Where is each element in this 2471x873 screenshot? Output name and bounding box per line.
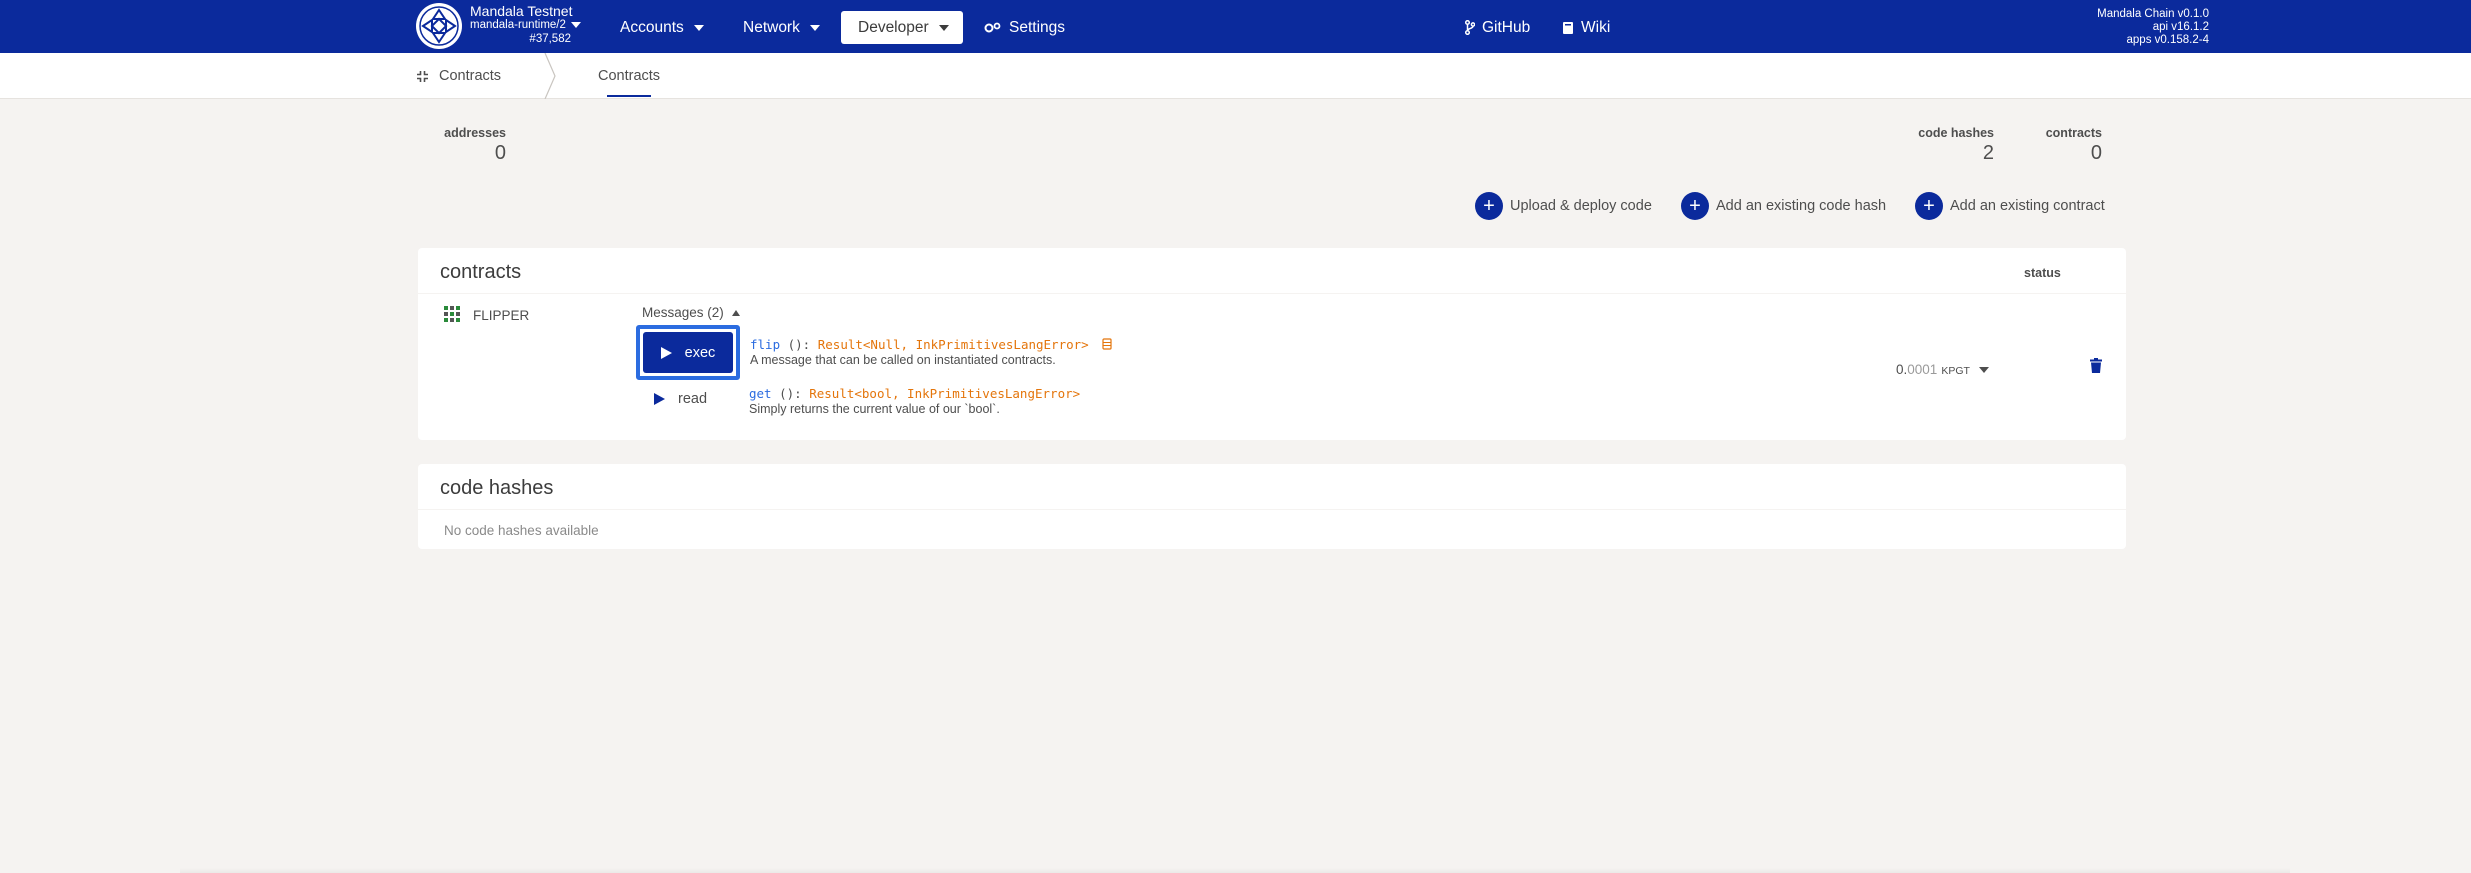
- database-icon: [1102, 338, 1112, 353]
- chain-name: Mandala Testnet: [470, 3, 573, 19]
- breadcrumb-separator: [544, 53, 556, 99]
- add-contract-button[interactable]: + Add an existing contract: [1915, 192, 2105, 220]
- message-doc: A message that can be called on instanti…: [750, 353, 1056, 367]
- message-name: flip: [750, 337, 781, 352]
- trash-icon[interactable]: [2090, 358, 2102, 378]
- play-icon: [654, 393, 665, 405]
- best-block-number: #37,582: [529, 33, 571, 45]
- message-get: get (): Result<bool, InkPrimitivesLangEr…: [749, 386, 1081, 416]
- contracts-table-title: contracts: [440, 261, 522, 283]
- messages-toggle[interactable]: Messages (2): [642, 305, 740, 320]
- footer-shadow: [180, 868, 2290, 873]
- api-version: api v16.1.2: [2152, 21, 2209, 33]
- message-flip: flip (): Result<Null, InkPrimitivesLangE…: [750, 337, 1112, 367]
- summary-code-hashes: code hashes 2: [1900, 126, 1994, 165]
- message-return-type: Result<Null, InkPrimitivesLangError>: [817, 337, 1089, 352]
- section-title: Contracts: [416, 68, 501, 84]
- summary-addresses: addresses 0: [442, 126, 506, 165]
- message-doc: Simply returns the current value of our …: [749, 402, 1000, 416]
- upload-deploy-button[interactable]: + Upload & deploy code: [1475, 192, 1652, 220]
- code-hashes-value: 2: [1982, 142, 1994, 164]
- code-hashes-table-header: code hashes: [418, 464, 2126, 509]
- summary-contracts: contracts 0: [2030, 126, 2102, 165]
- chevron-down-icon: [809, 24, 820, 31]
- message-return-type: Result<bool, InkPrimitivesLangError>: [809, 386, 1081, 401]
- addresses-value: 0: [494, 142, 506, 164]
- add-code-hash-button[interactable]: + Add an existing code hash: [1681, 192, 1886, 220]
- chevron-down-icon: [938, 24, 949, 31]
- nav-accounts[interactable]: Accounts: [608, 11, 716, 44]
- code-hashes-table-title: code hashes: [440, 477, 554, 499]
- contracts-label: contracts: [2045, 126, 2102, 140]
- status-column-header: status: [2024, 266, 2061, 280]
- code-hashes-label: code hashes: [1918, 126, 1994, 140]
- code-hashes-table-body: No code hashes available: [418, 510, 2126, 549]
- message-name: get: [749, 386, 772, 401]
- nav-settings[interactable]: Settings: [972, 11, 1077, 44]
- chevron-up-icon: [731, 309, 740, 316]
- code-branch-icon: [1465, 20, 1475, 35]
- contract-balance[interactable]: 0. 0001 KPGT: [1896, 362, 1989, 377]
- addresses-label: addresses: [444, 126, 506, 140]
- message-args: ():: [780, 337, 818, 352]
- sub-nav: Contracts Contracts: [0, 53, 2471, 99]
- plus-icon: +: [1681, 192, 1709, 220]
- plus-icon: +: [1475, 192, 1503, 220]
- contract-row: FLIPPER Messages (2) exec flip (): Resul…: [418, 294, 2126, 440]
- apps-version: apps v0.158.2-4: [2126, 34, 2209, 46]
- nav-developer[interactable]: Developer: [841, 11, 963, 44]
- compress-icon: [416, 70, 429, 83]
- contract-identicon: [442, 304, 462, 324]
- active-tab-indicator: [607, 95, 651, 97]
- contracts-table-header: contracts status: [418, 248, 2126, 293]
- plus-icon: +: [1915, 192, 1943, 220]
- play-icon: [660, 346, 672, 359]
- balance-decimals: 0001: [1907, 362, 1938, 377]
- contracts-value: 0: [2090, 142, 2102, 164]
- chain-runtime: mandala-runtime/2: [470, 18, 590, 32]
- exec-button-focus-ring: exec: [636, 325, 740, 380]
- read-button[interactable]: read: [654, 389, 707, 409]
- chain-version: Mandala Chain v0.1.0: [2097, 8, 2209, 20]
- message-args: ():: [771, 386, 810, 401]
- contract-name: FLIPPER: [473, 308, 530, 323]
- empty-state-text: No code hashes available: [444, 523, 599, 538]
- chevron-down-icon: [1978, 366, 1989, 373]
- balance-integer: 0.: [1896, 362, 1908, 377]
- nav-network[interactable]: Network: [731, 11, 832, 44]
- tab-contracts[interactable]: Contracts: [598, 68, 660, 84]
- version-info: Mandala Chain v0.1.0 api v16.1.2 apps v0…: [2097, 8, 2209, 47]
- chain-selector[interactable]: Mandala Testnet mandala-runtime/2 #37,58…: [470, 4, 590, 46]
- top-nav-bar: Mandala Testnet mandala-runtime/2 #37,58…: [0, 0, 2471, 53]
- chevron-down-icon: [570, 21, 581, 28]
- gears-icon: [984, 21, 1002, 35]
- nav-github[interactable]: GitHub: [1453, 11, 1542, 44]
- mandala-logo-icon[interactable]: [416, 3, 462, 49]
- exec-button[interactable]: exec: [643, 332, 733, 373]
- nav-wiki[interactable]: Wiki: [1550, 11, 1622, 44]
- balance-unit: KPGT: [1941, 365, 1970, 377]
- chevron-down-icon: [693, 24, 704, 31]
- book-icon: [1562, 21, 1574, 35]
